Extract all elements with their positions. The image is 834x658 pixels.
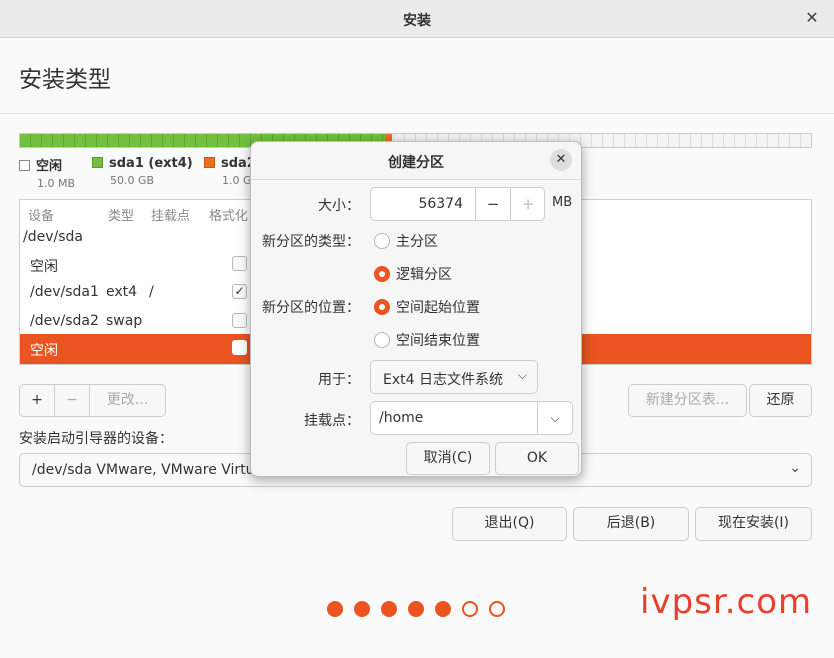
format-checkbox[interactable] xyxy=(232,256,247,271)
page-title: 安装类型 xyxy=(19,67,111,93)
radio-primary[interactable] xyxy=(374,233,390,249)
format-checkbox[interactable] xyxy=(232,340,247,355)
chevron-down-icon[interactable]: ⌵ xyxy=(537,402,572,434)
filesystem-select[interactable]: Ext4 日志文件系统 ⌵ xyxy=(370,360,538,394)
increment-button[interactable]: + xyxy=(510,188,545,220)
quit-button[interactable]: 退出(Q) xyxy=(452,507,567,541)
legend-free: 空闲 1.0 MB xyxy=(19,155,75,190)
radio-location-begin[interactable] xyxy=(374,299,390,315)
progress-dot xyxy=(381,601,397,617)
title-bar: 安装 ✕ xyxy=(0,0,834,38)
legend-swatch-free xyxy=(19,160,30,171)
radio-logical-label[interactable]: 逻辑分区 xyxy=(396,264,452,284)
partition-type-label: 新分区的类型： xyxy=(262,234,360,250)
progress-dot xyxy=(462,601,478,617)
change-partition-button[interactable]: 更改... xyxy=(90,385,165,416)
radio-location-end[interactable] xyxy=(374,332,390,348)
close-icon[interactable]: ✕ xyxy=(550,149,572,171)
partition-toolbar: + − 更改... xyxy=(19,384,166,417)
partition-location-label: 新分区的位置： xyxy=(262,300,360,316)
legend-sda2-size: 1.0 G xyxy=(222,174,252,187)
chevron-down-icon: ⌵ xyxy=(517,368,527,382)
legend-swatch-sda2 xyxy=(204,157,215,168)
format-checkbox[interactable]: ✓ xyxy=(232,284,247,299)
progress-dot xyxy=(408,601,424,617)
mount-point-input[interactable]: /home xyxy=(379,410,423,426)
row-type: swap xyxy=(106,313,143,329)
mount-point-label: 挂载点： xyxy=(304,413,360,429)
window-title: 安装 xyxy=(403,13,431,29)
size-label: 大小： xyxy=(318,198,360,214)
row-device: 空闲 xyxy=(30,343,58,359)
filesystem-value: Ext4 日志文件系统 xyxy=(383,372,503,388)
use-as-label: 用于： xyxy=(318,372,360,388)
install-now-button[interactable]: 现在安装(I) xyxy=(695,507,812,541)
row-device: /dev/sda2 xyxy=(30,313,99,329)
remove-partition-button[interactable]: − xyxy=(55,385,90,416)
add-partition-button[interactable]: + xyxy=(20,385,55,416)
legend-sda1: sda1 (ext4) 50.0 GB xyxy=(92,155,193,187)
divider xyxy=(0,113,834,114)
row-device: /dev/sda1 xyxy=(30,284,99,300)
column-header-mount[interactable]: 挂载点 xyxy=(151,205,190,224)
legend-sda1-size: 50.0 GB xyxy=(110,174,155,187)
mount-point-combo[interactable]: /home ⌵ xyxy=(370,401,573,435)
legend-swatch-sda1 xyxy=(92,157,103,168)
create-partition-dialog: 创建分区 ✕ 大小： 56374 − + MB 新分区的类型： 主分区 逻辑分区… xyxy=(250,141,582,477)
legend-free-name: 空闲 xyxy=(36,159,63,174)
progress-dot xyxy=(435,601,451,617)
row-device: 空闲 xyxy=(30,259,58,275)
radio-logical[interactable] xyxy=(374,266,390,282)
revert-button[interactable]: 还原 xyxy=(749,384,812,417)
chevron-down-icon: ⌄ xyxy=(789,460,801,476)
row-type: ext4 xyxy=(106,284,138,300)
progress-dot xyxy=(327,601,343,617)
legend-sda1-name: sda1 (ext4) xyxy=(109,156,193,171)
column-header-format[interactable]: 格式化 xyxy=(209,205,248,224)
column-header-type[interactable]: 类型 xyxy=(108,205,134,224)
legend-sda2: sda2 1.0 G xyxy=(204,155,256,187)
row-mount: / xyxy=(149,284,154,300)
decrement-button[interactable]: − xyxy=(475,188,510,220)
dialog-title: 创建分区 xyxy=(388,155,444,171)
format-checkbox[interactable] xyxy=(232,313,247,328)
size-input[interactable]: 56374 xyxy=(371,196,463,212)
close-icon[interactable]: ✕ xyxy=(802,8,822,28)
progress-dot xyxy=(354,601,370,617)
back-button[interactable]: 后退(B) xyxy=(573,507,689,541)
boot-loader-value: /dev/sda VMware, VMware Virtu xyxy=(32,462,255,478)
column-header-device[interactable]: 设备 xyxy=(28,205,54,224)
size-unit: MB xyxy=(552,195,573,210)
legend-free-size: 1.0 MB xyxy=(37,177,76,190)
ok-button[interactable]: OK xyxy=(495,442,579,475)
progress-dots xyxy=(327,601,505,617)
cancel-button[interactable]: 取消(C) xyxy=(406,442,490,475)
size-spinbox[interactable]: 56374 − + xyxy=(370,187,545,221)
boot-loader-label: 安装启动引导器的设备： xyxy=(19,431,173,447)
radio-location-begin-label[interactable]: 空间起始位置 xyxy=(396,297,480,317)
new-partition-table-button[interactable]: 新建分区表... xyxy=(628,384,747,417)
row-device: /dev/sda xyxy=(23,229,83,245)
radio-primary-label[interactable]: 主分区 xyxy=(396,231,438,251)
radio-location-end-label[interactable]: 空间结束位置 xyxy=(396,330,480,350)
watermark: ivpsr.com xyxy=(640,582,813,622)
progress-dot xyxy=(489,601,505,617)
dialog-divider xyxy=(251,179,581,180)
